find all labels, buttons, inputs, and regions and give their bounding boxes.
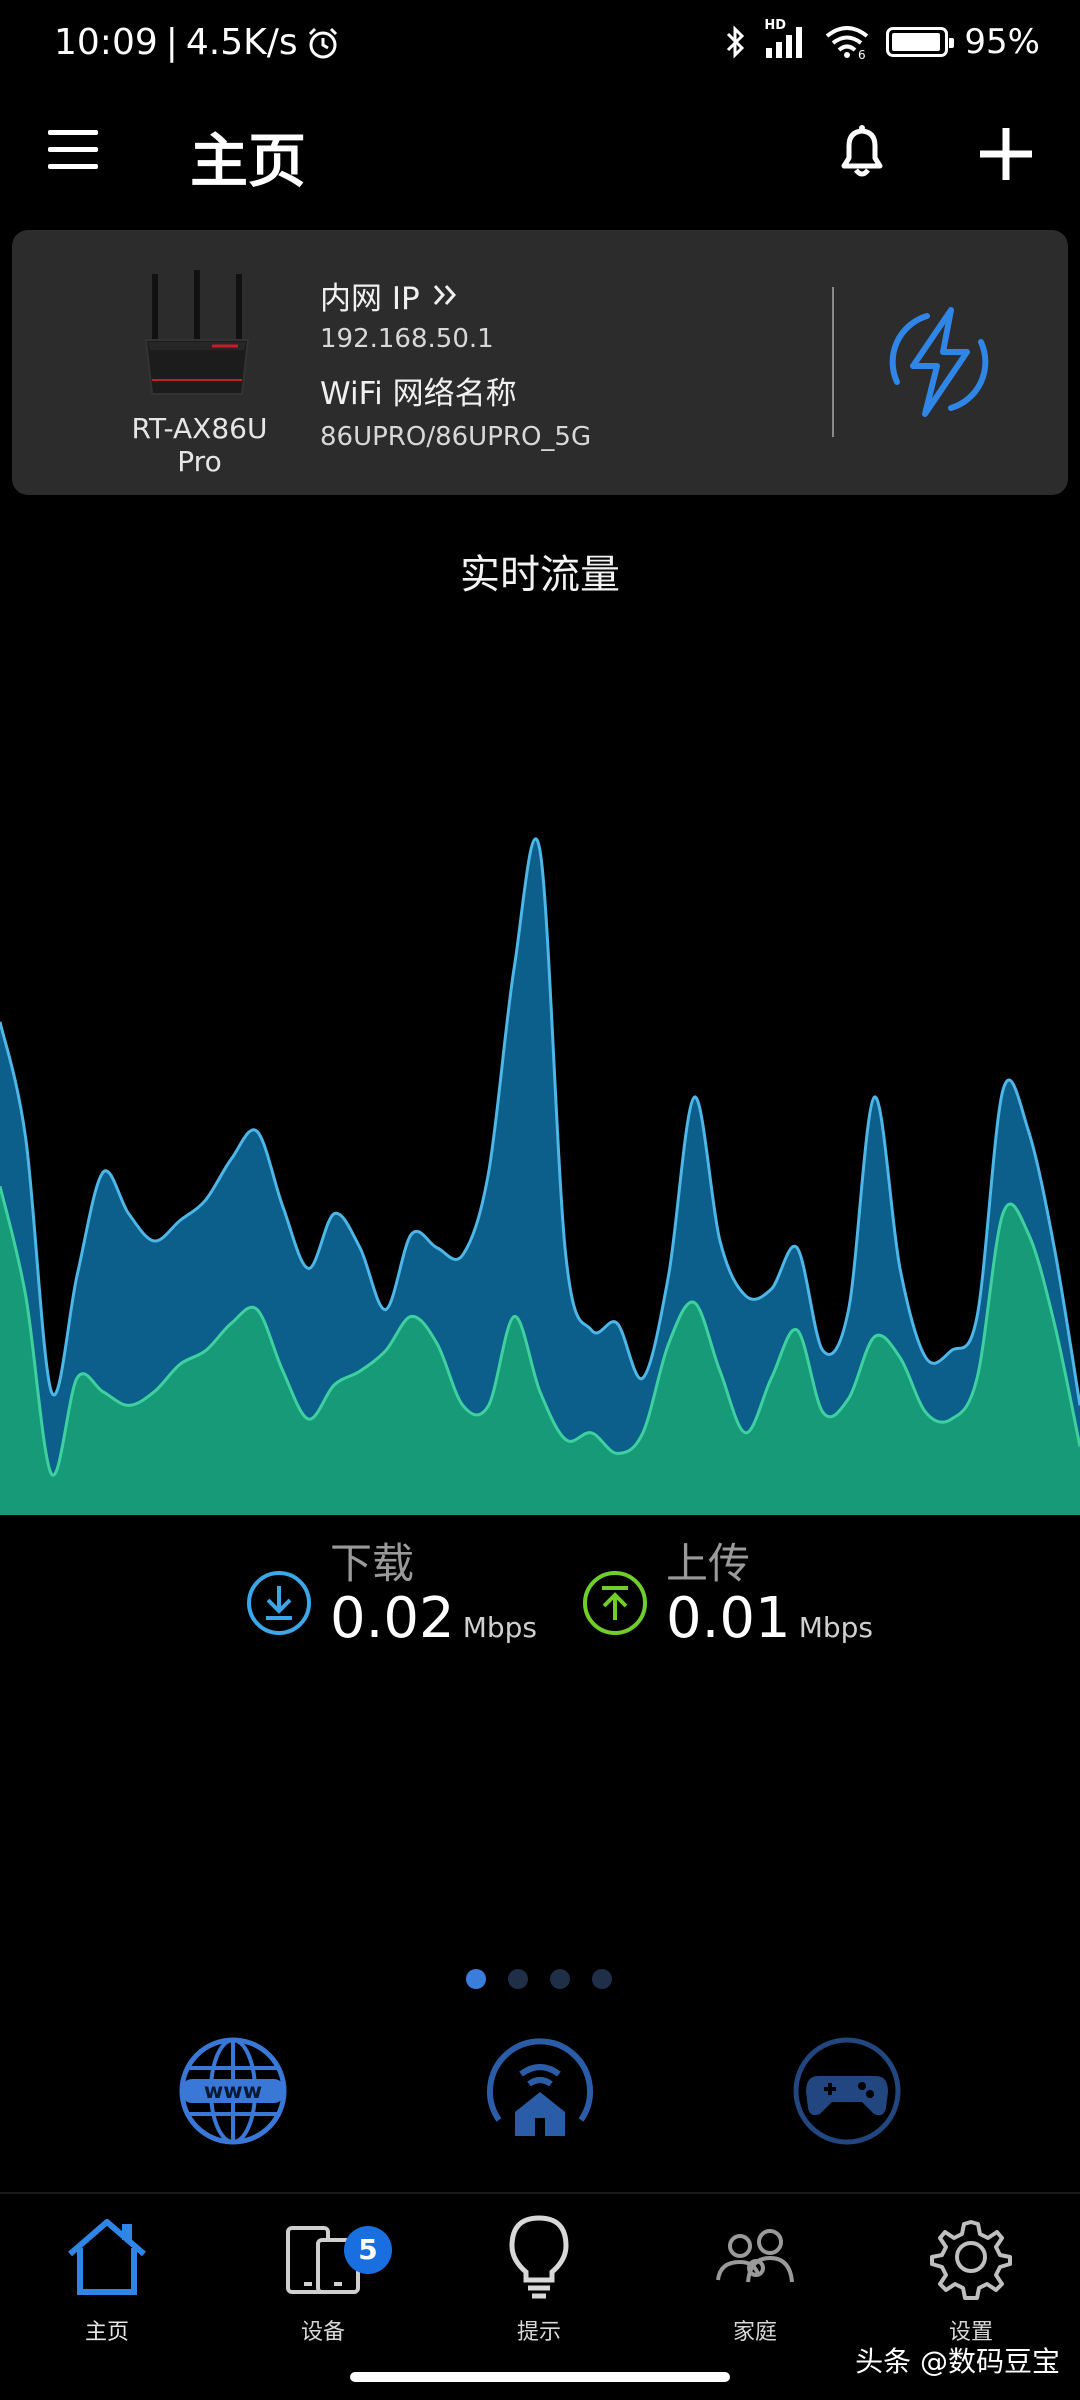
menu-icon[interactable]	[48, 130, 98, 172]
download-label: 下载	[330, 1539, 415, 1588]
router-image	[144, 270, 250, 395]
lan-ip-link[interactable]: 内网 IP	[320, 274, 591, 317]
page-dot[interactable]	[550, 1969, 570, 1989]
page-dot[interactable]	[466, 1969, 486, 1989]
app-header: 主页	[0, 110, 1080, 195]
battery-fill	[892, 33, 941, 51]
status-separator: |	[165, 22, 178, 63]
gear-icon	[930, 2220, 1012, 2300]
router-model: RT-AX86U Pro	[131, 412, 268, 478]
bluetooth-icon	[727, 25, 745, 59]
svg-text:6: 6	[858, 48, 866, 60]
upload-unit: Mbps	[798, 1611, 873, 1644]
card-divider	[832, 287, 834, 437]
nav-tips[interactable]: 提示	[464, 2212, 614, 2346]
nav-home-label: 主页	[84, 2320, 129, 2345]
wifi-name-label: WiFi 网络名称	[320, 376, 517, 412]
page-dot[interactable]	[508, 1969, 528, 1989]
status-left: 10:09 | 4.5K/s	[54, 22, 340, 63]
lightbulb-icon	[509, 2215, 569, 2299]
watermark: 头条 @数码豆宝	[855, 2345, 1060, 2378]
add-icon[interactable]	[976, 124, 1036, 184]
double-chevron-right-icon	[433, 285, 456, 305]
router-card[interactable]: RT-AX86U Pro 内网 IP 192.168.50.1 WiFi 网络名…	[12, 230, 1068, 495]
nav-home[interactable]: 主页	[32, 2212, 182, 2346]
status-net-speed: 4.5K/s	[185, 22, 298, 63]
upload-icon	[583, 1571, 647, 1635]
battery-percent: 95%	[964, 22, 1040, 62]
lightning-boost-icon[interactable]	[877, 300, 1001, 424]
router-info: 内网 IP 192.168.50.1 WiFi 网络名称 86UPRO/86UP…	[320, 274, 592, 453]
cellular-signal-icon: HD	[764, 18, 808, 60]
family-icon	[716, 2229, 794, 2283]
gamepad-icon[interactable]	[792, 2036, 902, 2146]
upload-rate: 上传 0.01 Mbps	[582, 1540, 873, 1650]
svg-text:www: www	[204, 2079, 262, 2103]
traffic-chart	[0, 837, 1080, 1515]
lan-ip-label: 内网 IP	[320, 280, 420, 317]
download-icon	[247, 1571, 311, 1635]
status-right: HD 6 95%	[724, 18, 1040, 62]
upload-label: 上传	[666, 1539, 751, 1588]
download-unit: Mbps	[462, 1611, 537, 1644]
wifi-name-value: 86UPRO/86UPRO_5G	[320, 422, 592, 452]
notification-bell-icon[interactable]	[830, 120, 894, 184]
page-dot[interactable]	[592, 1969, 612, 1989]
download-value: 0.02	[330, 1586, 455, 1651]
upload-value: 0.01	[666, 1586, 791, 1651]
devices-count-badge: 5	[344, 2226, 392, 2274]
status-bar: 10:09 | 4.5K/s HD 6 95%	[0, 0, 1080, 96]
nav-family[interactable]: 家庭	[680, 2212, 830, 2346]
traffic-title: 实时流量	[460, 552, 620, 598]
www-icon[interactable]: www	[178, 2036, 288, 2146]
battery-icon	[886, 27, 955, 57]
smart-home-icon[interactable]	[485, 2036, 595, 2146]
home-icon	[68, 2219, 146, 2295]
page-indicator[interactable]	[466, 1969, 612, 1989]
alarm-icon	[308, 27, 337, 58]
nav-devices-label: 设备	[300, 2320, 345, 2345]
home-indicator[interactable]	[350, 2372, 730, 2382]
nav-tips-label: 提示	[516, 2320, 561, 2345]
lan-ip-value: 192.168.50.1	[320, 324, 494, 354]
nav-family-label: 家庭	[732, 2320, 777, 2345]
nav-settings[interactable]: 设置	[896, 2212, 1046, 2346]
download-rate: 下载 0.02 Mbps	[246, 1540, 537, 1650]
page-title: 主页	[190, 127, 307, 195]
wifi-status-icon: 6	[826, 26, 869, 60]
nav-devices[interactable]: 5 设备	[248, 2212, 398, 2346]
status-time: 10:09	[54, 22, 158, 63]
